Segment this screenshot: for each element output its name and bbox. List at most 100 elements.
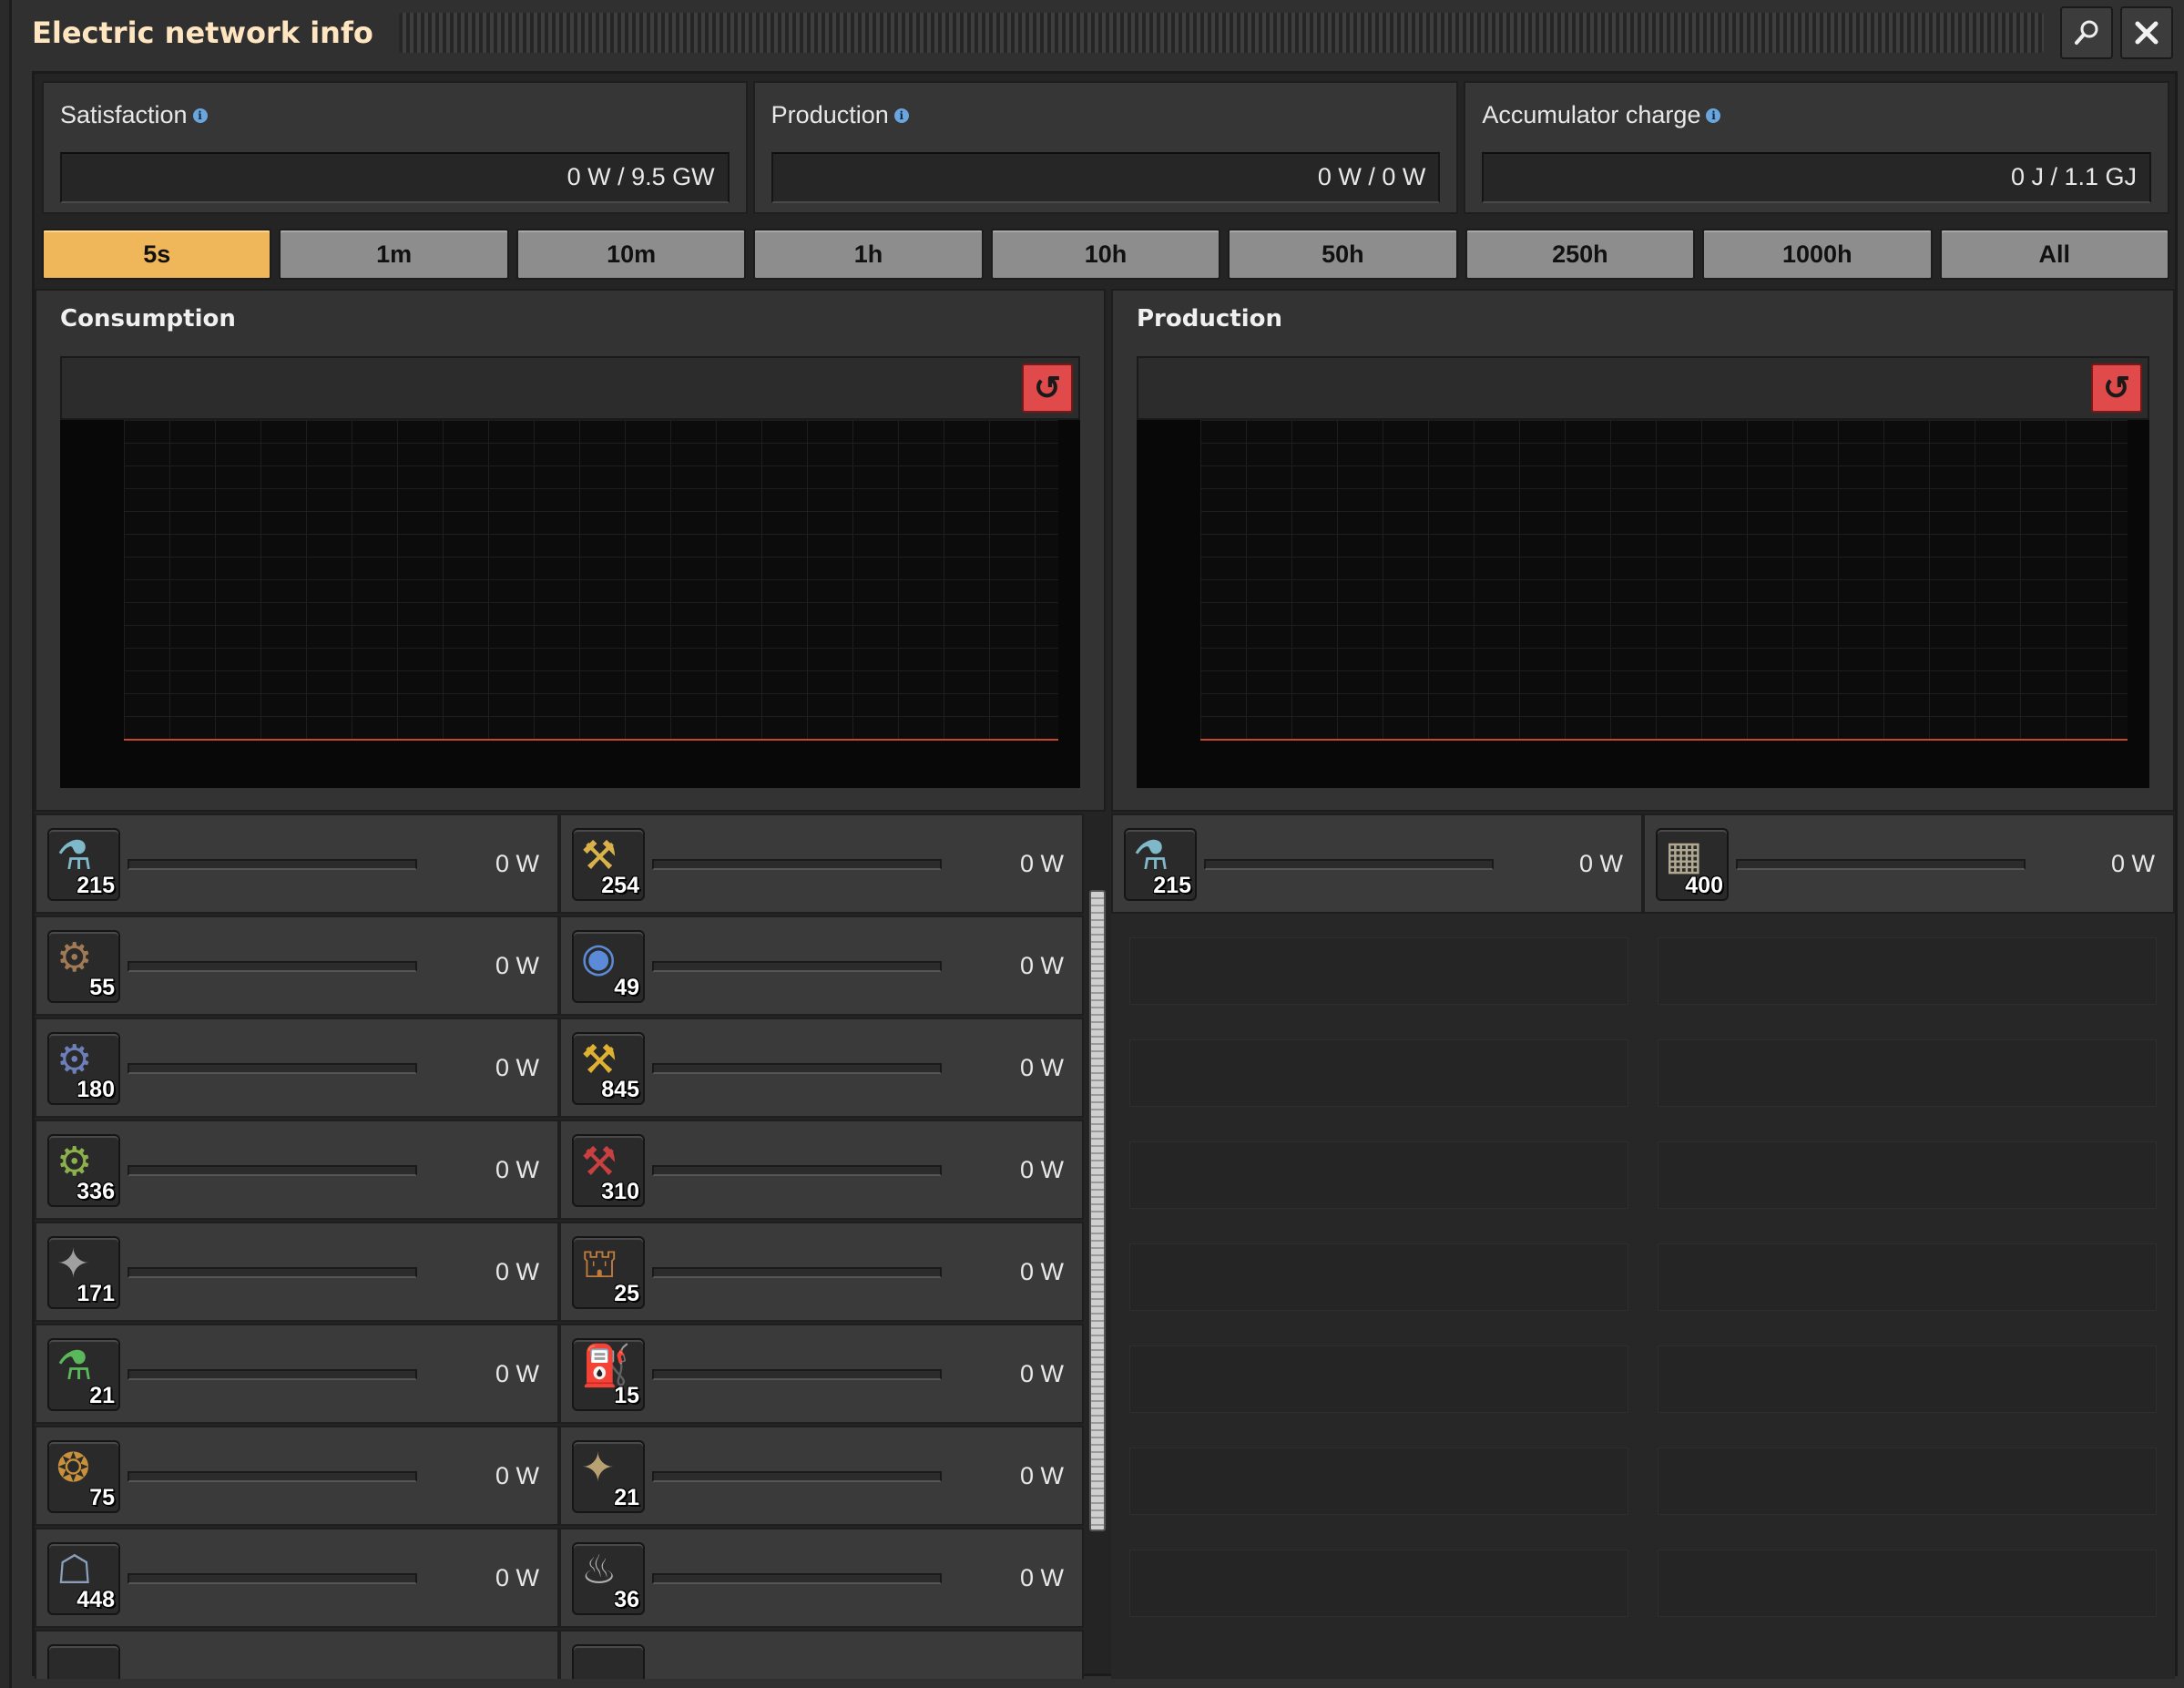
centrifuge-icon[interactable]: ❂ 75 [47, 1440, 120, 1513]
close-button[interactable] [2120, 6, 2173, 59]
tab-10h[interactable]: 10h [990, 229, 1221, 280]
fast-inserter-icon[interactable]: ⚒ 254 [572, 828, 645, 901]
entity-count: 215 [77, 873, 115, 898]
chemical-plant-icon[interactable]: ⚗ 21 [47, 1338, 120, 1411]
title-bar[interactable]: Electric network info [12, 0, 2184, 66]
entity-icon[interactable] [47, 1644, 120, 1679]
entity-row[interactable]: ⚗ 215 0 W [35, 813, 559, 914]
search-button[interactable] [2060, 6, 2113, 59]
tab-250h[interactable]: 250h [1465, 229, 1696, 280]
production-label: Production [771, 101, 889, 128]
entity-row[interactable]: ⚙ 180 0 W [35, 1018, 559, 1118]
entity-row[interactable]: ☖ 448 0 W [35, 1528, 559, 1628]
tab-50h[interactable]: 50h [1228, 229, 1458, 280]
entity-count: 845 [601, 1077, 639, 1102]
assembling-machine-1-icon[interactable]: ⚙ 55 [47, 930, 120, 1003]
tab-5s[interactable]: 5s [42, 229, 272, 280]
consumption-plot[interactable] [60, 420, 1080, 788]
electric-mining-drill-icon[interactable]: ✦ 171 [47, 1236, 120, 1309]
reset-selection-button[interactable]: ↺ [1022, 363, 1073, 413]
entity-row[interactable]: ✦ 171 0 W [35, 1222, 559, 1322]
consumer-list: ⚗ 215 0 W ⚒ 254 0 W ⚙ 55 0 W ◉ 49 0 W ⚙ 180 0 W ⚒ 845 0 W… [35, 813, 1106, 1679]
tab-1h[interactable]: 1h [753, 229, 984, 280]
production-bar: 0 W / 0 W [771, 152, 1441, 203]
consumer-list-scrollbar[interactable] [1089, 890, 1106, 1531]
entity-row[interactable]: ⚙ 336 0 W [35, 1120, 559, 1220]
entity-power-bar [128, 1369, 417, 1380]
list-row: ⚙ 336 0 W ⚒ 310 0 W [35, 1120, 1106, 1222]
entity-power: 0 W [495, 1360, 539, 1387]
entity-row[interactable]: ▦ 400 0 W [1643, 813, 2175, 914]
entity-row[interactable]: ◉ 49 0 W [559, 916, 1084, 1016]
entity-row[interactable]: ⚒ 254 0 W [559, 813, 1084, 914]
tab-all[interactable]: All [1939, 229, 2169, 280]
entity-power: 0 W [1019, 850, 1064, 877]
entity-row[interactable]: ♨ 36 0 W [559, 1528, 1084, 1628]
pumpjack-icon[interactable]: ⛽ 15 [572, 1338, 645, 1411]
entity-row[interactable] [35, 1630, 559, 1679]
entity-power-bar [1204, 859, 1494, 870]
assembling-machine-2-icon[interactable]: ⚙ 180 [47, 1032, 120, 1105]
entity-count: 180 [77, 1077, 115, 1102]
list-row: ❂ 75 0 W ✦ 21 0 W [35, 1426, 1106, 1528]
entity-row[interactable]: ✦ 21 0 W [559, 1426, 1084, 1526]
info-icon[interactable]: i [893, 107, 909, 123]
empty-slot [1129, 937, 1628, 1005]
assembling-machine-3-icon[interactable]: ⚙ 336 [47, 1134, 120, 1207]
empty-slot [1129, 1141, 1628, 1209]
entity-row[interactable]: ❂ 75 0 W [35, 1426, 559, 1526]
lab-icon[interactable]: ⚗ 215 [47, 828, 120, 901]
list-row [35, 1630, 1106, 1679]
entity-icon[interactable] [572, 1644, 645, 1679]
entity-power-bar [652, 1165, 942, 1176]
window-title: Electric network info [32, 15, 373, 50]
entity-row[interactable]: ⚗ 215 0 W [1111, 813, 1643, 914]
search-icon [2075, 20, 2098, 45]
entity-power: 0 W [495, 1462, 539, 1489]
entity-count: 49 [614, 975, 639, 1000]
entity-power-bar [128, 859, 417, 870]
beacon-icon[interactable]: ✦ 21 [572, 1440, 645, 1513]
reset-icon: ↺ [2102, 369, 2131, 406]
production-plot[interactable] [1137, 420, 2149, 788]
time-range-tabs: 5s 1m 10m 1h 10h 50h 250h 1000h All [42, 229, 2169, 280]
entity-count: 25 [614, 1281, 639, 1306]
tab-10m[interactable]: 10m [515, 229, 747, 280]
drag-handle[interactable] [398, 13, 2044, 53]
entity-power: 0 W [495, 1564, 539, 1591]
tab-1m[interactable]: 1m [279, 229, 509, 280]
entity-power-bar [1736, 859, 2026, 870]
entity-row[interactable]: ⛫ 25 0 W [559, 1222, 1084, 1322]
production-graph-panel: Production ↺ [1111, 289, 2175, 812]
entity-row[interactable]: ⚗ 21 0 W [35, 1324, 559, 1424]
entity-count: 215 [1153, 873, 1191, 898]
info-icon[interactable]: i [192, 107, 208, 123]
entity-row[interactable]: ⛽ 15 0 W [559, 1324, 1084, 1424]
electric-furnace-icon[interactable]: ♨ 36 [572, 1542, 645, 1615]
empty-slot [1658, 937, 2157, 1005]
production-title: Production [1137, 305, 1282, 332]
entity-count: 15 [614, 1383, 639, 1408]
entity-row[interactable] [559, 1630, 1084, 1679]
tab-1000h[interactable]: 1000h [1702, 229, 1933, 280]
entity-row[interactable]: ⚒ 845 0 W [559, 1018, 1084, 1118]
entity-row[interactable]: ⚙ 55 0 W [35, 916, 559, 1016]
entity-power: 0 W [2110, 850, 2155, 877]
entity-power: 0 W [1578, 850, 1623, 877]
radar-icon[interactable]: ◉ 49 [572, 930, 645, 1003]
empty-slot [1129, 1243, 1628, 1311]
accumulator-icon[interactable]: ▦ 400 [1656, 828, 1729, 901]
lab-icon[interactable]: ⚗ 215 [1124, 828, 1197, 901]
entity-power-bar [652, 1063, 942, 1074]
plot-grid [1200, 420, 2128, 739]
satisfaction-label: Satisfaction [60, 101, 188, 128]
entity-row[interactable]: ⚒ 310 0 W [559, 1120, 1084, 1220]
stack-inserter-icon[interactable]: ⚒ 845 [572, 1032, 645, 1105]
oil-refinery-icon[interactable]: ⛫ 25 [572, 1236, 645, 1309]
roboport-icon[interactable]: ☖ 448 [47, 1542, 120, 1615]
radar-icon: ◉ [581, 936, 617, 980]
reset-selection-button[interactable]: ↺ [2091, 363, 2142, 413]
info-icon[interactable]: i [1706, 107, 1721, 123]
long-handed-inserter-icon[interactable]: ⚒ 310 [572, 1134, 645, 1207]
beacon-icon: ✦ [581, 1446, 615, 1490]
